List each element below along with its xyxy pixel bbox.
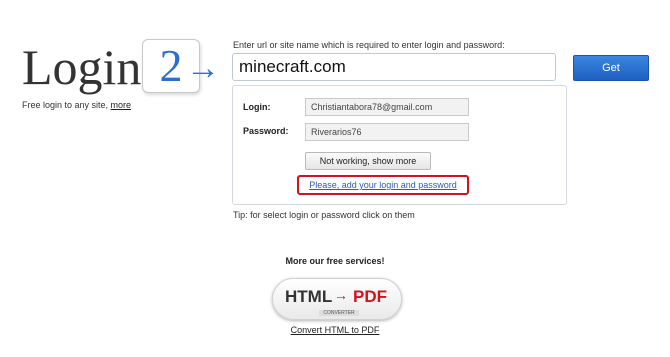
more-link[interactable]: more	[111, 100, 132, 110]
url-input[interactable]	[232, 53, 556, 81]
login-label: Login:	[243, 102, 271, 112]
not-working-show-more-button[interactable]: Not working, show more	[305, 152, 431, 170]
badge-pdf-text: PDF	[353, 287, 387, 306]
right-arrow-icon: →	[186, 49, 220, 87]
tagline-text: Free login to any site,	[22, 100, 111, 110]
html-to-pdf-badge[interactable]: HTML → PDF CONVERTER	[272, 278, 402, 320]
tip-text: Tip: for select login or password click …	[233, 210, 415, 220]
badge-arrow-icon: →	[334, 287, 348, 303]
add-login-highlight-box: Please, add your login and password	[297, 175, 469, 195]
password-value-field[interactable]: Riverarios76	[305, 123, 469, 141]
services-title: More our free services!	[285, 256, 385, 266]
convert-html-to-pdf-link[interactable]: Convert HTML to PDF	[291, 325, 380, 335]
login-value-field[interactable]: Christiantabora78@gmail.com	[305, 98, 469, 116]
url-label: Enter url or site name which is required…	[233, 40, 505, 50]
tagline: Free login to any site, more	[22, 100, 131, 110]
logo-word: Login	[22, 39, 142, 95]
badge-html-text: HTML	[285, 287, 333, 306]
convert-link-row: Convert HTML to PDF	[0, 325, 670, 335]
badge-converter-text: CONVERTER	[319, 310, 359, 316]
password-label: Password:	[243, 126, 289, 136]
add-login-password-link[interactable]: Please, add your login and password	[309, 180, 457, 190]
get-button[interactable]: Get	[573, 55, 649, 81]
result-panel: Login: Christiantabora78@gmail.com Passw…	[232, 85, 567, 205]
